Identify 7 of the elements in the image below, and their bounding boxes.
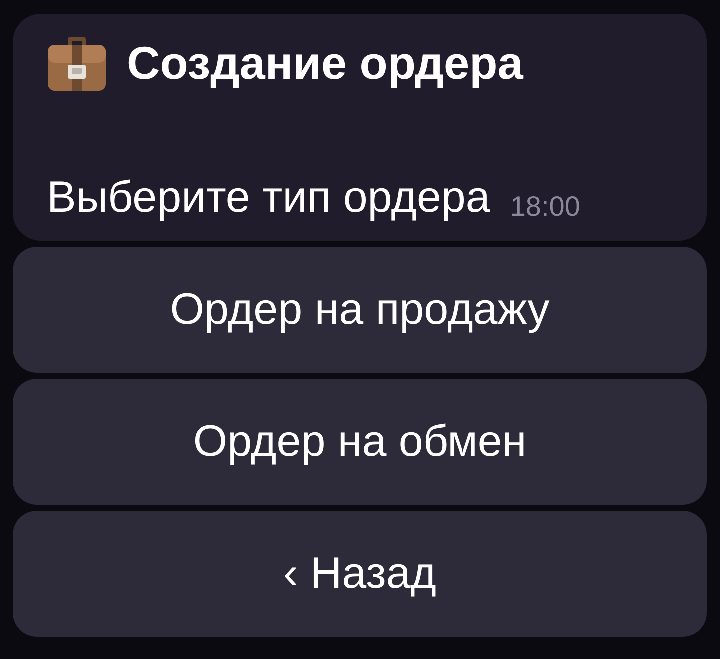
message-title: Создание ордера [127,36,524,91]
briefcase-icon [47,35,107,92]
keyboard-button[interactable]: ‹ Назад [13,511,707,637]
keyboard-button[interactable]: Ордер на продажу [13,247,707,373]
keyboard-button[interactable]: Ордер на обмен [13,379,707,505]
message-text: Выберите тип ордера [47,172,490,224]
message-time: 18:00 [510,191,580,223]
